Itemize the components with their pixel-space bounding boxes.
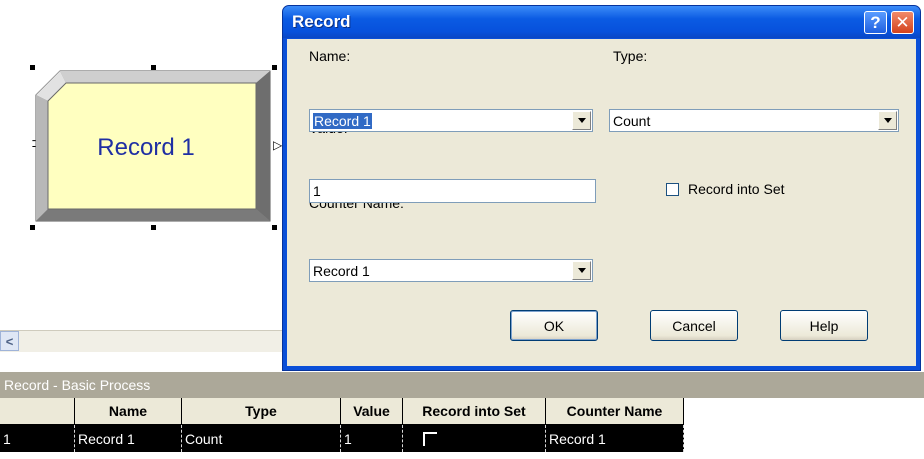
cell-record-into-set[interactable]	[403, 425, 546, 452]
chevron-down-icon	[577, 268, 586, 273]
ok-button[interactable]: OK	[510, 310, 598, 341]
counter-name-combobox[interactable]: Record 1	[309, 259, 593, 282]
spreadsheet-title: Record - Basic Process	[0, 372, 924, 398]
counter-name-combobox-value: Record 1	[313, 263, 370, 279]
help-button-label: Help	[809, 317, 839, 334]
question-icon: ?	[870, 12, 881, 32]
chevron-left-icon: <	[5, 333, 14, 349]
cell-counter-name[interactable]: Record 1	[546, 425, 684, 452]
value-textbox[interactable]: 1	[309, 179, 596, 203]
row-index[interactable]: 1	[0, 425, 75, 452]
cancel-button[interactable]: Cancel	[650, 310, 738, 341]
dialog-title: Record	[292, 12, 351, 31]
cell-type[interactable]: Count	[182, 425, 341, 452]
value-textbox-value: 1	[313, 183, 321, 199]
column-header-record-into-set[interactable]: Record into Set	[403, 398, 546, 425]
record-dialog: Record ? ✕ Name: Type: Value: Counter Na…	[282, 5, 921, 371]
type-label: Type:	[613, 48, 648, 64]
ok-button-label: OK	[543, 317, 565, 334]
name-dropdown-button[interactable]	[572, 111, 591, 130]
cell-name[interactable]: Record 1	[75, 425, 182, 452]
counter-name-dropdown-button[interactable]	[572, 261, 591, 280]
dialog-titlebar[interactable]: Record ? ✕	[283, 6, 920, 38]
record-module-label[interactable]: Record 1	[48, 98, 244, 198]
column-header-name[interactable]: Name	[75, 398, 182, 425]
record-into-set-label[interactable]: Record into Set	[688, 181, 785, 197]
help-button[interactable]: Help	[780, 310, 868, 341]
title-close-button[interactable]: ✕	[891, 11, 914, 34]
name-combobox-value: Record 1	[313, 113, 372, 129]
column-header-value[interactable]: Value	[341, 398, 403, 425]
type-dropdown-button[interactable]	[878, 111, 897, 130]
chevron-down-icon	[577, 118, 586, 123]
title-help-button[interactable]: ?	[864, 11, 887, 34]
column-header-counter-name[interactable]: Counter Name	[546, 398, 684, 425]
name-label: Name:	[309, 48, 351, 64]
close-icon: ✕	[895, 12, 910, 32]
spreadsheet-grid: Name Type Value Record into Set Counter …	[0, 398, 924, 459]
record-into-set-row-checkbox[interactable]	[423, 431, 437, 446]
type-combobox-value: Count	[613, 113, 651, 129]
type-combobox[interactable]: Count	[609, 109, 899, 132]
cancel-button-label: Cancel	[672, 317, 716, 334]
horizontal-scrollbar[interactable]: <	[0, 330, 290, 352]
name-combobox[interactable]: Record 1	[309, 109, 593, 132]
chevron-down-icon	[883, 118, 892, 123]
record-into-set-checkbox[interactable]	[666, 183, 679, 196]
cell-value[interactable]: 1	[341, 425, 403, 452]
column-header-type[interactable]: Type	[182, 398, 341, 425]
scroll-left-button[interactable]: <	[0, 331, 19, 351]
row-header-corner	[0, 398, 75, 425]
